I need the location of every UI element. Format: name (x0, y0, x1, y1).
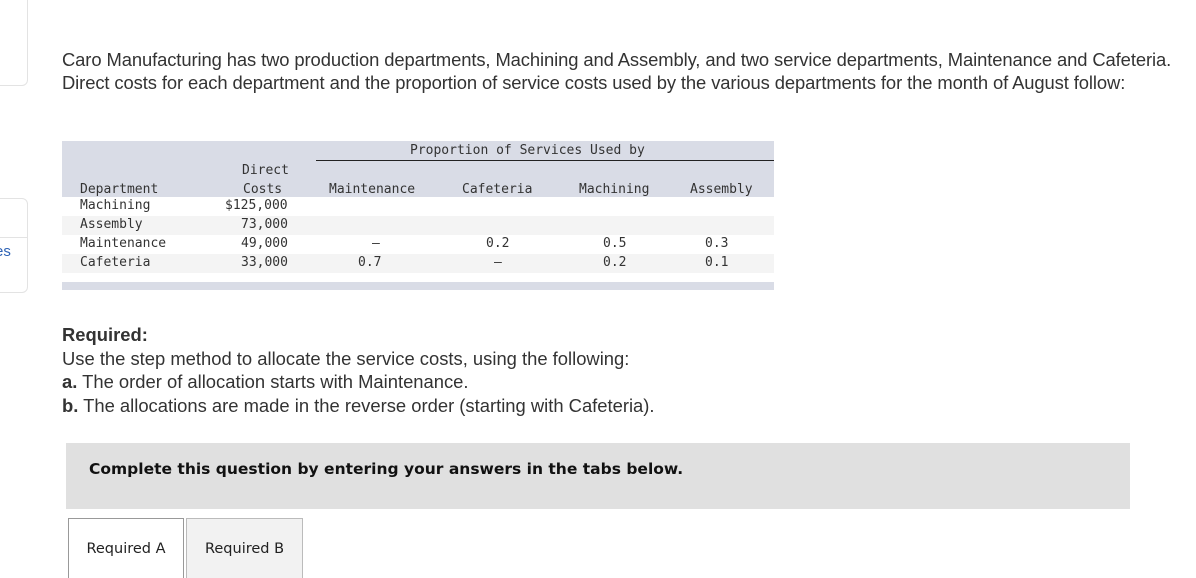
side-panel-card (0, 0, 28, 86)
item-text: The allocations are made in the reverse … (78, 394, 655, 416)
table-header: Proportion of Services Used by Direct De… (62, 141, 774, 197)
cell-cafeteria: — (494, 255, 502, 270)
cell-department: Assembly (80, 217, 143, 232)
tab-label: Required A (86, 540, 166, 557)
required-section: Required: Use the step method to allocat… (62, 323, 655, 417)
header-direct-line2: Costs (243, 182, 283, 197)
cell-cafeteria: 0.2 (486, 236, 510, 251)
problem-intro: Caro Manufacturing has two production de… (62, 49, 1172, 93)
required-item-b: b. The allocations are made in the rever… (62, 394, 655, 418)
cell-direct-costs: 33,000 (241, 255, 288, 270)
header-maintenance: Maintenance (329, 182, 416, 197)
header-department: Department (80, 182, 159, 197)
cell-maintenance: — (372, 236, 380, 251)
required-item-a: a. The order of allocation starts with M… (62, 370, 655, 394)
tab-required-b[interactable]: Required B (186, 518, 303, 578)
cell-machining: 0.2 (603, 255, 627, 270)
instruction-banner: Complete this question by entering your … (66, 443, 1130, 509)
tab-required-a[interactable]: Required A (68, 518, 184, 578)
cell-department: Machining (80, 198, 151, 213)
side-nav-link[interactable]: es (0, 243, 11, 260)
required-instruction: Use the step method to allocate the serv… (62, 347, 630, 369)
cell-department: Maintenance (80, 236, 167, 251)
table-row: Machining $125,000 (62, 197, 774, 216)
group-header-proportion: Proportion of Services Used by (410, 143, 645, 158)
header-assembly: Assembly (690, 182, 753, 197)
cell-machining: 0.5 (603, 236, 627, 251)
tab-label: Required B (204, 540, 285, 557)
banner-text: Complete this question by entering your … (89, 460, 684, 478)
cell-direct-costs: 49,000 (241, 236, 288, 251)
header-direct-line1: Direct (242, 163, 289, 178)
cell-maintenance: 0.7 (358, 255, 382, 270)
cell-direct-costs: $125,000 (225, 198, 288, 213)
cell-direct-costs: 73,000 (241, 217, 288, 232)
table-row: Maintenance 49,000 — 0.2 0.5 0.3 (62, 235, 774, 254)
item-marker: a. (62, 371, 78, 392)
group-header-rule (316, 160, 774, 161)
cell-assembly: 0.1 (705, 255, 729, 270)
cell-department: Cafeteria (80, 255, 151, 270)
header-cafeteria: Cafeteria (462, 182, 533, 197)
header-machining: Machining (579, 182, 650, 197)
side-nav-card: es (0, 198, 28, 293)
item-marker: b. (62, 394, 79, 416)
side-nav-divider (0, 237, 27, 238)
table-footer (62, 282, 774, 290)
cell-assembly: 0.3 (705, 236, 729, 251)
table-row: Assembly 73,000 (62, 216, 774, 235)
item-text: The order of allocation starts with Main… (77, 371, 469, 392)
cost-data-table: Proportion of Services Used by Direct De… (62, 141, 774, 290)
required-heading: Required: (62, 324, 148, 345)
table-row: Cafeteria 33,000 0.7 — 0.2 0.1 (62, 254, 774, 273)
